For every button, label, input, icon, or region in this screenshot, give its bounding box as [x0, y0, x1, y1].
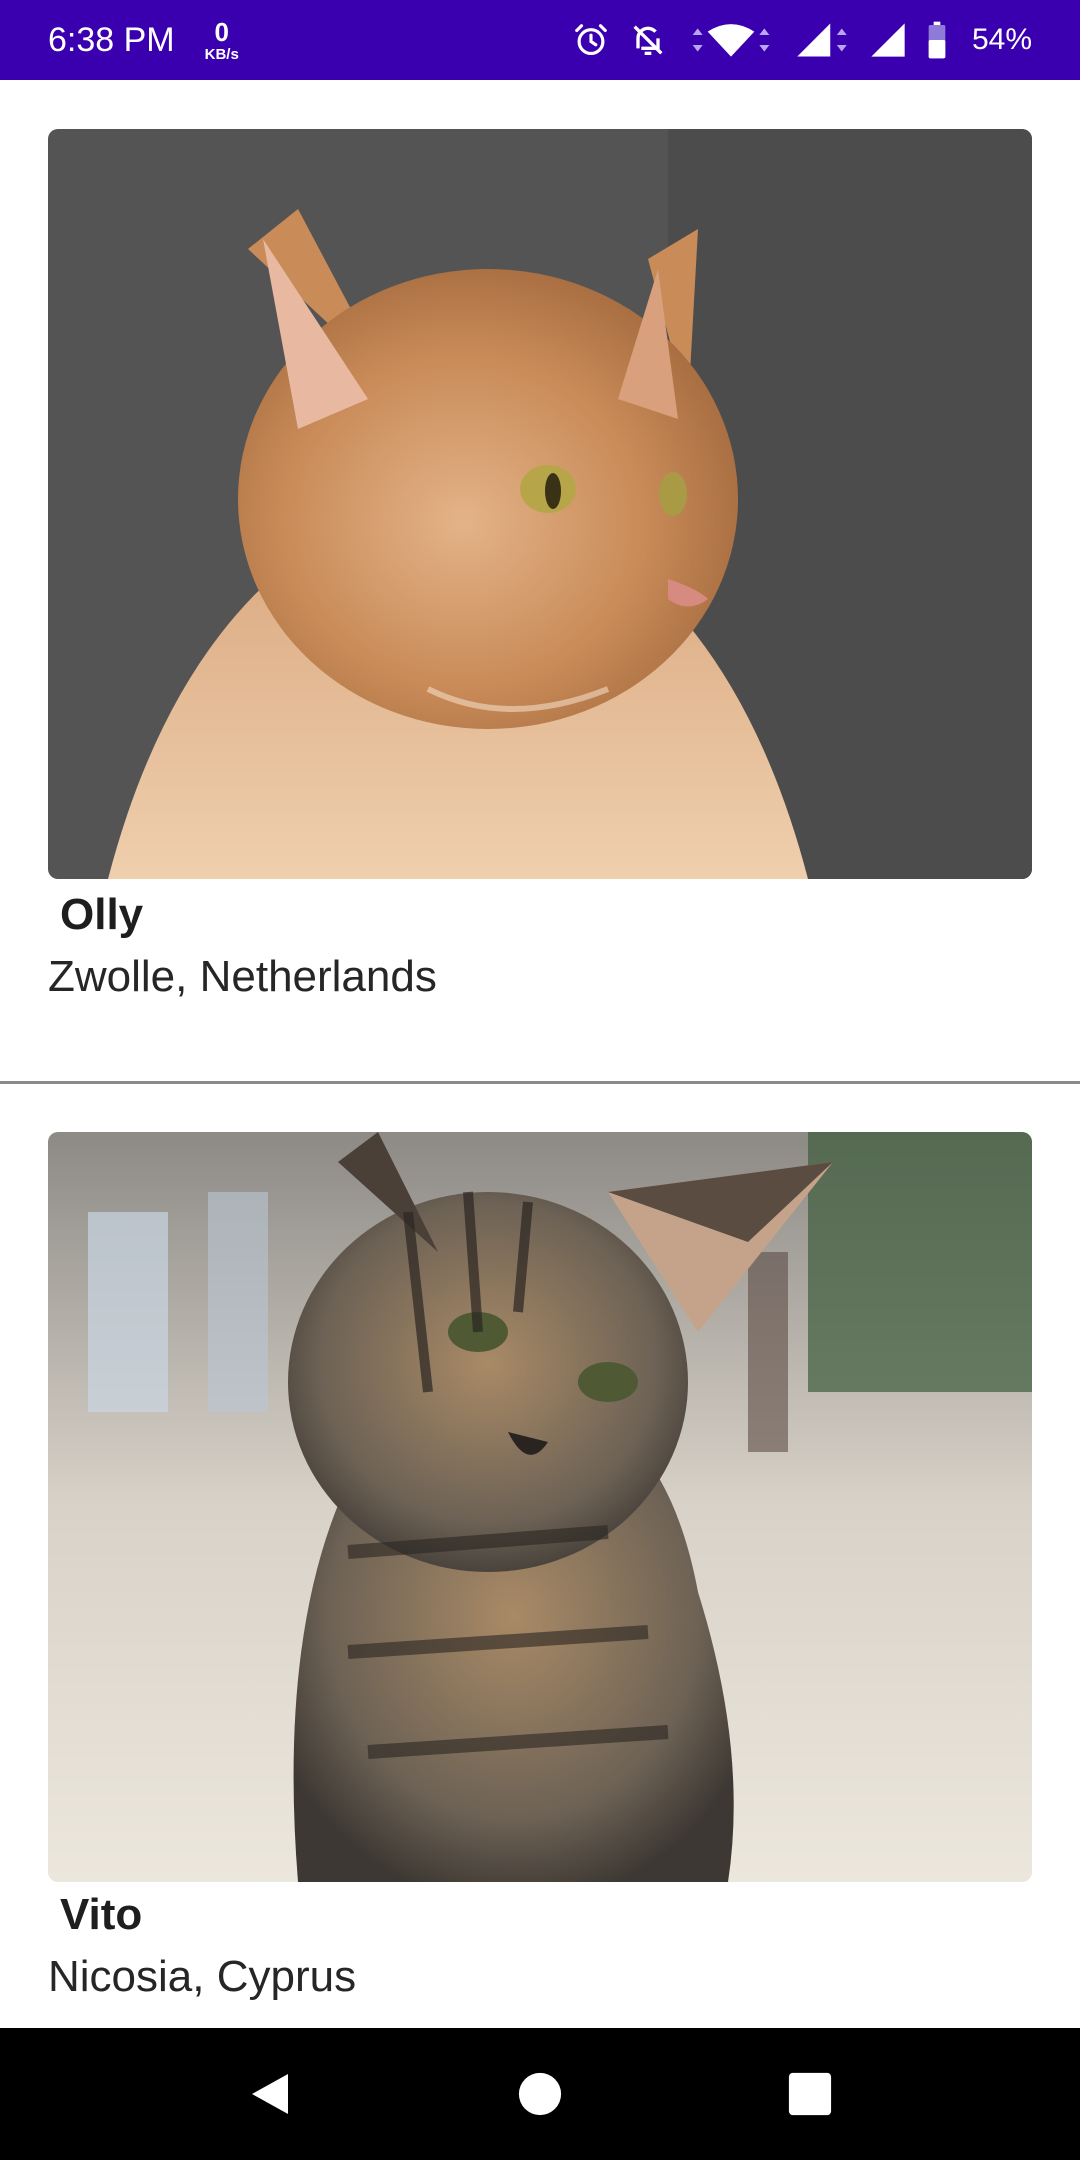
- list-item[interactable]: Vito Nicosia, Cyprus: [0, 1084, 1080, 2028]
- network-speed-value: 0: [214, 16, 229, 47]
- status-icons: 54%: [572, 20, 1032, 60]
- signal-icon: [868, 20, 908, 60]
- recents-icon[interactable]: [786, 2070, 834, 2118]
- status-bar: 6:38 PM 0 KB/s 54%: [0, 0, 1080, 80]
- battery-percent: 54%: [971, 23, 1032, 56]
- notifications-off-icon: [628, 20, 668, 60]
- back-icon[interactable]: [246, 2070, 294, 2118]
- network-speed-unit: KB/s: [204, 45, 239, 63]
- home-icon[interactable]: [516, 2070, 564, 2118]
- battery-icon: [926, 20, 948, 60]
- cat-photo: [48, 129, 1032, 879]
- cat-list[interactable]: Olly Zwolle, Netherlands Vito Nicosia, C…: [0, 80, 1080, 2028]
- cat-name: Vito: [60, 1890, 143, 1939]
- wifi-icon: [686, 20, 776, 60]
- signal-icon: [794, 20, 850, 60]
- status-time: 6:38 PM: [48, 20, 175, 59]
- navigation-bar: [0, 2028, 1080, 2160]
- cat-name: Olly: [60, 890, 144, 939]
- cat-location: Nicosia, Cyprus: [48, 1952, 357, 2001]
- network-speed: 0 KB/s: [205, 19, 239, 62]
- list-item[interactable]: Olly Zwolle, Netherlands: [0, 80, 1080, 1084]
- cat-location: Zwolle, Netherlands: [48, 952, 437, 1001]
- cat-photo: [48, 1132, 1032, 1882]
- alarm-icon: [572, 21, 610, 59]
